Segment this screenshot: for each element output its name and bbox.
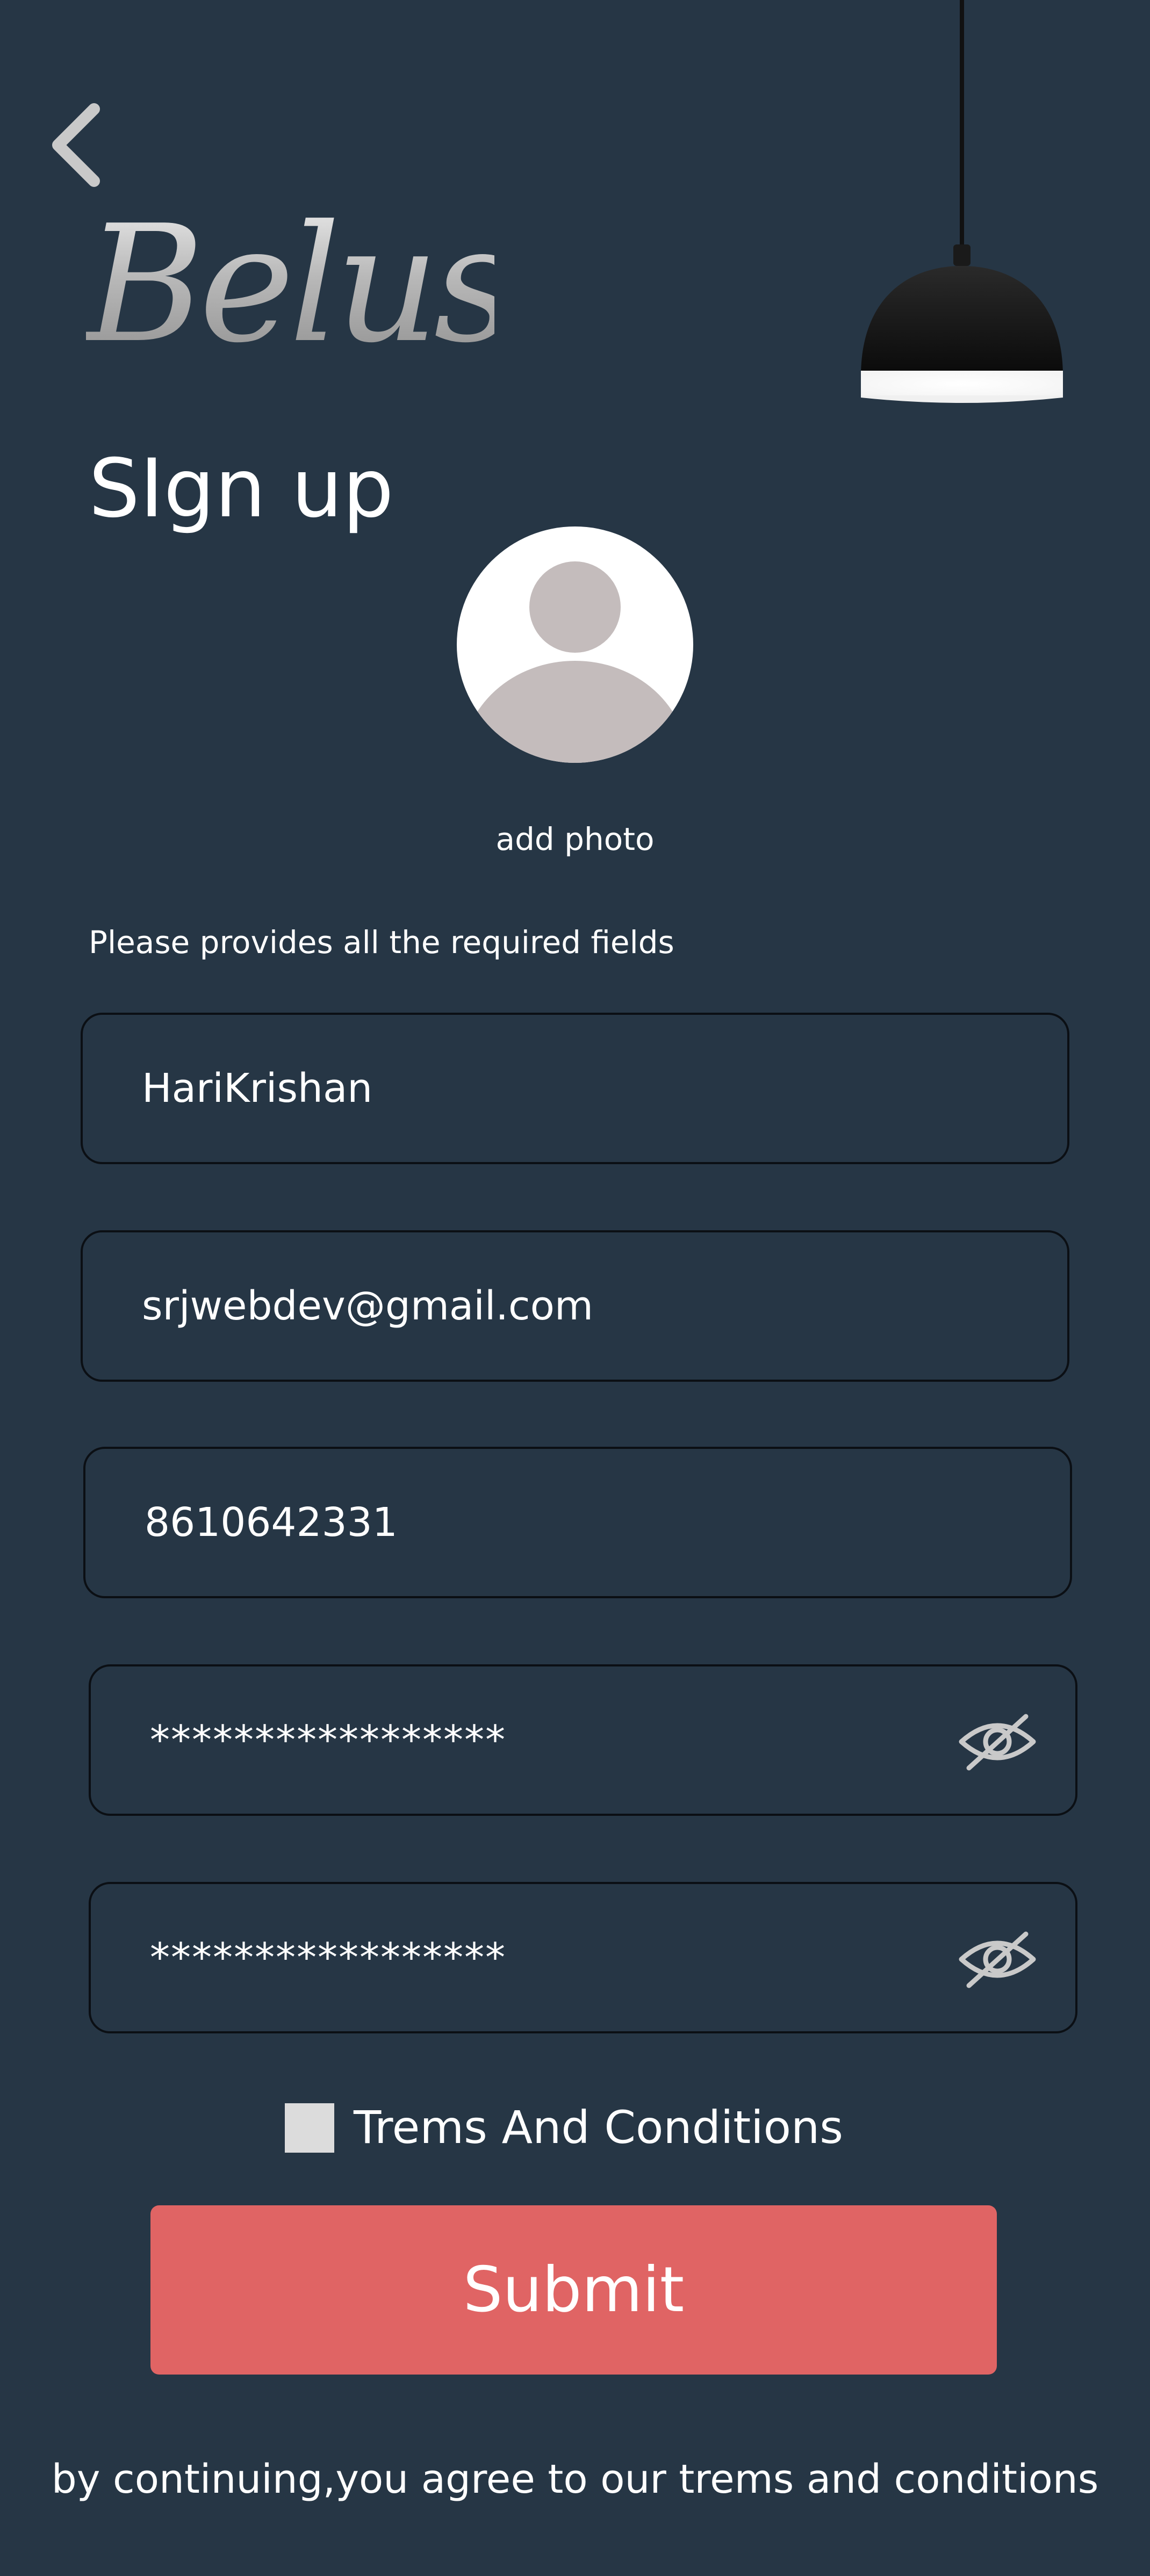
- required-fields-note: Please provides all the required fields: [89, 924, 674, 961]
- confirm-password-input[interactable]: [150, 1884, 957, 2031]
- add-photo-link[interactable]: add photo: [430, 819, 720, 859]
- toggle-confirm-password-visibility-button[interactable]: [957, 1930, 1038, 1989]
- terms-label[interactable]: Trems And Conditions: [354, 2098, 843, 2157]
- chevron-left-icon: [52, 103, 100, 187]
- pendant-lamp-icon: [854, 0, 1080, 414]
- name-input[interactable]: [142, 1015, 949, 1162]
- confirm-password-field-container: [89, 1882, 1077, 2033]
- eye-off-icon: [959, 1714, 1036, 1771]
- terms-agreement-note: by continuing,you agree to our trems and…: [51, 2456, 1099, 2502]
- belus-logo: Belus: [86, 191, 516, 378]
- submit-button[interactable]: Submit: [150, 2205, 997, 2375]
- password-field-container: [89, 1664, 1077, 1816]
- eye-off-icon: [959, 1931, 1036, 1988]
- password-input[interactable]: [150, 1666, 957, 1814]
- page-title: SIgn up: [89, 442, 394, 536]
- name-field-container: [81, 1013, 1069, 1164]
- email-input[interactable]: [142, 1232, 949, 1380]
- phone-field-container: [83, 1447, 1072, 1598]
- terms-checkbox[interactable]: [285, 2103, 334, 2153]
- toggle-password-visibility-button[interactable]: [957, 1712, 1038, 1771]
- email-field-container: [81, 1230, 1069, 1382]
- phone-input[interactable]: [145, 1449, 952, 1596]
- user-placeholder-icon: [462, 561, 688, 763]
- avatar-upload[interactable]: [457, 526, 693, 763]
- back-button[interactable]: [43, 99, 107, 191]
